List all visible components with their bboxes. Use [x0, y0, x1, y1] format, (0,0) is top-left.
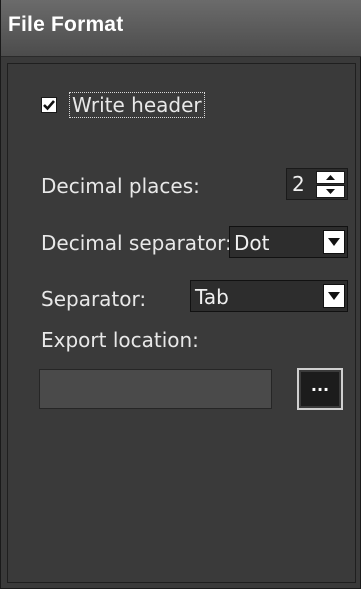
separator-dropdown-button[interactable]: [323, 284, 345, 308]
triangle-up-icon: [326, 175, 335, 180]
decimal-separator-dropdown[interactable]: Dot: [229, 226, 348, 258]
decimal-separator-label: Decimal separator:: [41, 231, 232, 255]
decimal-places-decrement-button[interactable]: [316, 185, 345, 198]
write-header-label[interactable]: Write header: [69, 92, 205, 118]
separator-dropdown[interactable]: Tab: [190, 280, 348, 312]
write-header-checkbox[interactable]: [41, 97, 57, 113]
separator-value: Tab: [195, 285, 229, 309]
chevron-down-icon: [328, 238, 340, 246]
decimal-places-spinner[interactable]: 2: [286, 168, 348, 200]
panel-title-bar: File Format: [1, 0, 361, 57]
decimal-separator-dropdown-button[interactable]: [323, 230, 345, 254]
export-location-label: Export location:: [41, 328, 199, 352]
chevron-down-icon: [328, 292, 340, 300]
file-format-panel: File Format Write header Decimal places:…: [0, 0, 361, 589]
decimal-places-label: Decimal places:: [41, 174, 200, 198]
export-location-input[interactable]: [39, 369, 272, 409]
triangle-down-icon: [326, 189, 335, 194]
separator-label: Separator:: [41, 287, 147, 311]
checkmark-icon: [43, 100, 55, 111]
panel-title: File Format: [8, 13, 124, 36]
panel-body: [7, 63, 356, 583]
decimal-places-increment-button[interactable]: [316, 171, 345, 184]
decimal-places-value[interactable]: 2: [292, 172, 305, 196]
decimal-separator-value: Dot: [234, 231, 270, 255]
browse-button[interactable]: ...: [297, 368, 343, 410]
